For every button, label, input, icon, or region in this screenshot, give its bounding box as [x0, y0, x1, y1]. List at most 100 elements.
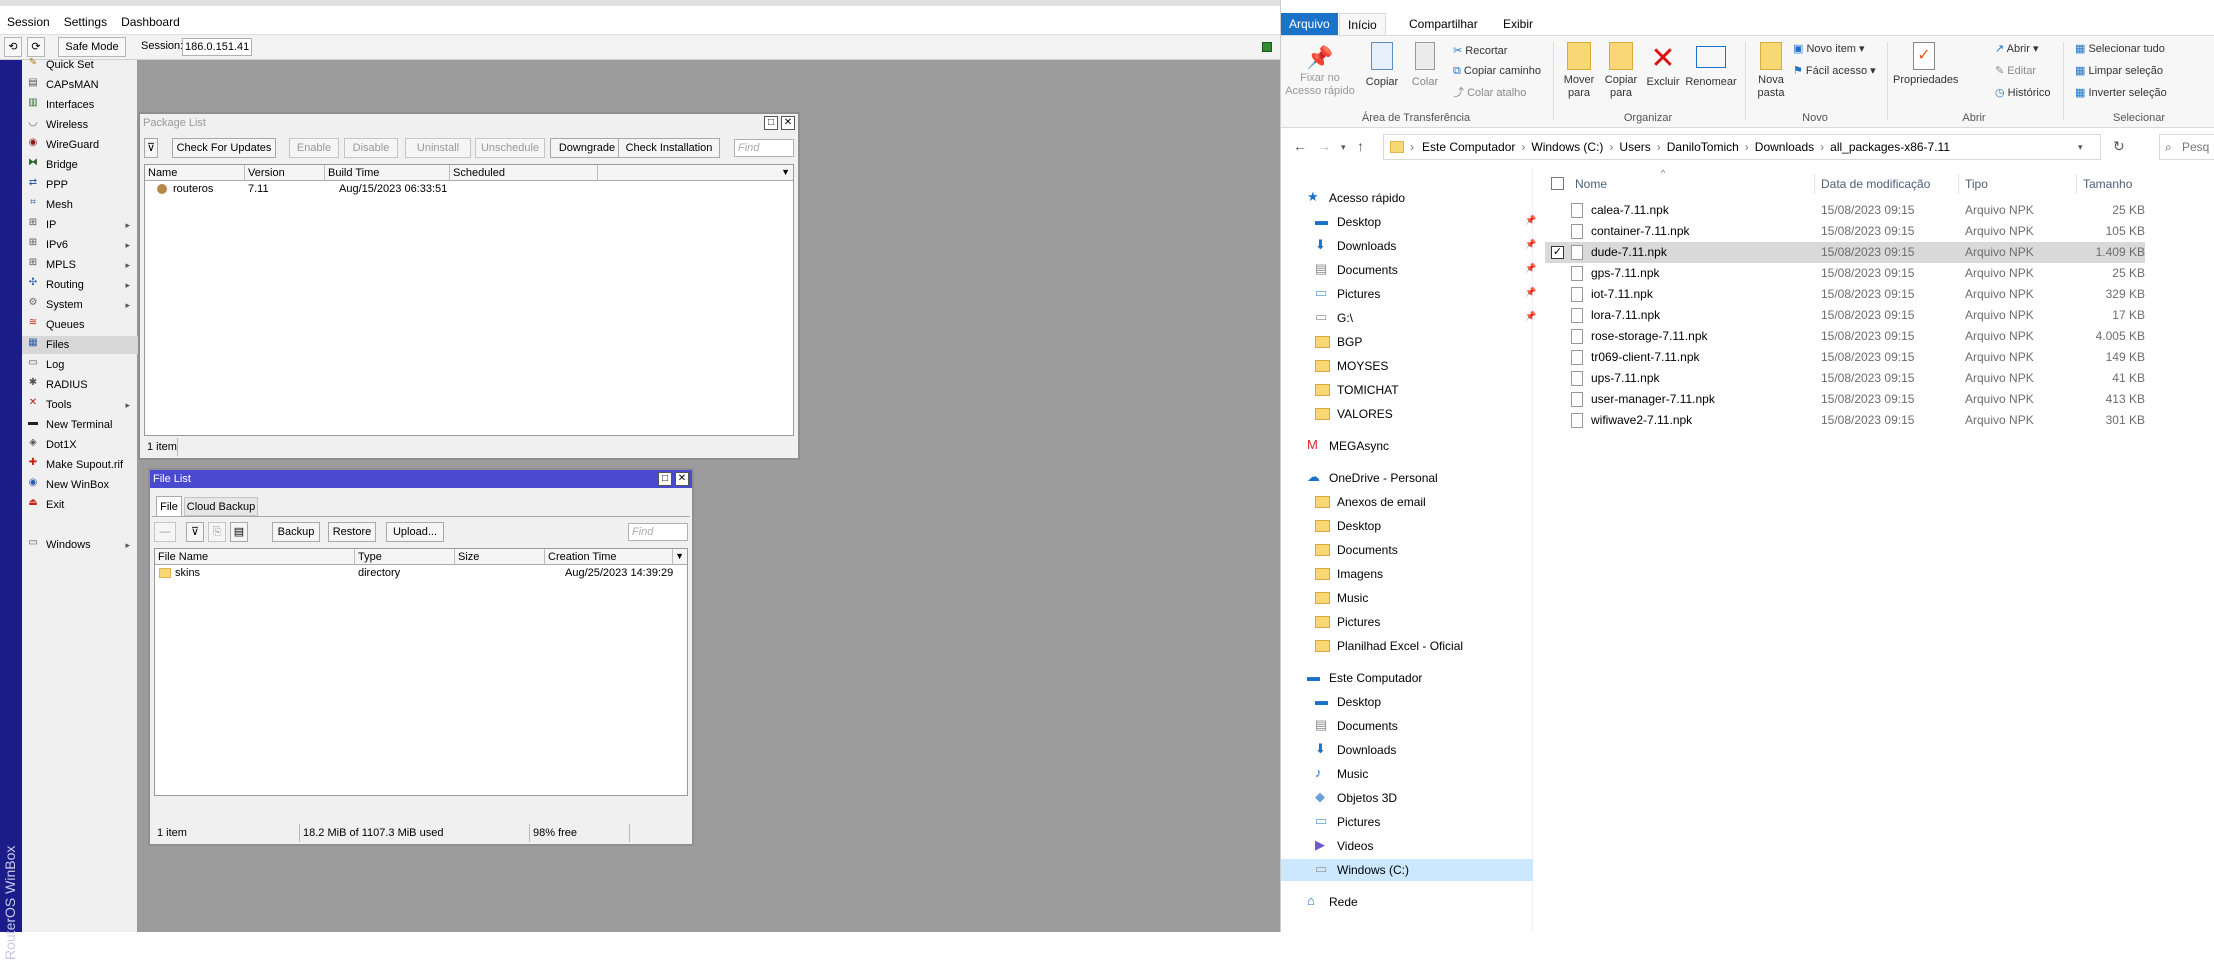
sidebar-item-ip[interactable]: ⊞ IP ▸	[22, 216, 138, 234]
breadcrumb-item[interactable]: Downloads	[1755, 140, 1814, 154]
open-button[interactable]: ↗ Abrir ▾	[1995, 42, 2038, 56]
nav-item-pictures[interactable]: ▭ Pictures	[1315, 811, 1533, 833]
tab-exibir[interactable]: Exibir	[1495, 13, 1541, 35]
nav-item-bgp[interactable]: BGP	[1315, 331, 1533, 353]
check-updates-button[interactable]: Check For Updates	[172, 138, 276, 158]
easy-access-button[interactable]: ⚑ Fácil acesso ▾	[1793, 64, 1876, 78]
column-menu-icon[interactable]: ▼	[781, 167, 790, 177]
column-menu-icon[interactable]: ▼	[675, 551, 684, 561]
refresh-icon[interactable]: ↻	[2113, 138, 2125, 155]
nav-item-moyses[interactable]: MOYSES	[1315, 355, 1533, 377]
invert-selection-button[interactable]: ▦ Inverter seleção	[2075, 86, 2167, 100]
filter-icon[interactable]: ⊽	[186, 522, 204, 542]
file-row[interactable]: wifiwave2-7.11.npk 15/08/2023 09:15 Arquiv…	[1545, 410, 2145, 431]
paste-shortcut-button[interactable]: ⤴ Colar atalho	[1453, 86, 1526, 100]
sidebar-item-capsman[interactable]: ▤ CAPsMAN	[22, 76, 138, 94]
column-file-name[interactable]: File Name	[155, 549, 355, 565]
sidebar-item-radius[interactable]: ✱ RADIUS	[22, 376, 138, 394]
column-build-time[interactable]: Build Time	[325, 165, 450, 181]
sidebar-item-system[interactable]: ⚙ System ▸	[22, 296, 138, 314]
nav-item-desktop[interactable]: ▬ Desktop	[1315, 211, 1533, 233]
tab-cloud-backup[interactable]: Cloud Backup	[184, 497, 258, 516]
find-input[interactable]: Find	[628, 523, 688, 541]
sidebar-item-new-terminal[interactable]: ▬ New Terminal	[22, 416, 138, 434]
sidebar-item-make-supout-rif[interactable]: ✚ Make Supout.rif	[22, 456, 138, 474]
file-row[interactable]: gps-7.11.npk 15/08/2023 09:15 Arquivo NPK 2…	[1545, 263, 2145, 284]
nav-item-downloads[interactable]: ⬇ Downloads	[1315, 739, 1533, 761]
check-installation-button[interactable]: Check Installation	[618, 138, 720, 158]
enable-button[interactable]: Enable	[289, 138, 339, 158]
file-row[interactable]: container-7.11.npk 15/08/2023 09:15 Arquiv…	[1545, 221, 2145, 242]
nav-item-objetos-3d[interactable]: ◆ Objetos 3D	[1315, 787, 1533, 809]
nav-item-music[interactable]: Music	[1315, 587, 1533, 609]
address-bar[interactable]: › Este Computador › Windows (C:) › Users › Dan…	[1383, 134, 2101, 160]
column-nome[interactable]: Nome	[1569, 174, 1815, 194]
edit-button[interactable]: ✎ Editar	[1995, 64, 2036, 78]
sidebar-item-ipv6[interactable]: ⊞ IPv6 ▸	[22, 236, 138, 254]
nav-item-este-computador[interactable]: ▬ Este Computador	[1307, 667, 1533, 689]
column-tipo[interactable]: Tipo	[1959, 174, 2077, 194]
new-folder-button[interactable]: Nova pasta	[1751, 42, 1791, 100]
sidebar-item-mesh[interactable]: ⌗ Mesh	[22, 196, 138, 214]
recent-dropdown-icon[interactable]: ▾	[1341, 142, 1346, 153]
redo-icon[interactable]: ⟳	[27, 37, 45, 57]
cut-button[interactable]: ✂ Recortar	[1453, 44, 1507, 58]
sidebar-item-files[interactable]: ▦ Files	[22, 336, 138, 354]
copy-to-button[interactable]: Copiar para	[1601, 42, 1641, 100]
menu-settings[interactable]: Settings	[57, 13, 114, 31]
sidebar-item-dot1x[interactable]: ◈ Dot1X	[22, 436, 138, 454]
session-field[interactable]: 186.0.151.41	[182, 38, 252, 56]
back-icon[interactable]: ←	[1293, 138, 1307, 154]
restore-button[interactable]: Restore	[328, 522, 376, 542]
nav-item-imagens[interactable]: Imagens	[1315, 563, 1533, 585]
copy-icon[interactable]: ⎘	[208, 522, 226, 542]
nav-item-desktop[interactable]: Desktop	[1315, 515, 1533, 537]
nav-item-tomichat[interactable]: TOMICHAT	[1315, 379, 1533, 401]
move-to-button[interactable]: Mover para	[1559, 42, 1599, 100]
history-button[interactable]: ◷ Histórico	[1995, 86, 2050, 100]
delete-button[interactable]: ✕ Excluir	[1643, 42, 1683, 89]
filter-icon[interactable]: ⊽	[144, 138, 158, 158]
close-icon[interactable]: ✕	[675, 472, 689, 486]
nav-item-acesso-r-pido[interactable]: ★ Acesso rápido	[1307, 187, 1533, 209]
sidebar-item-windows[interactable]: ▭ Windows ▸	[22, 536, 138, 554]
breadcrumb-item[interactable]: Users	[1619, 140, 1650, 154]
breadcrumb-item[interactable]: Este Computador	[1422, 140, 1515, 154]
column-scheduled[interactable]: Scheduled	[450, 165, 598, 181]
file-row[interactable]: lora-7.11.npk 15/08/2023 09:15 Arquivo NPK…	[1545, 305, 2145, 326]
sidebar-item-wireguard[interactable]: ◉ WireGuard	[22, 136, 138, 154]
nav-item-videos[interactable]: ▶ Videos	[1315, 835, 1533, 857]
unschedule-button[interactable]: Unschedule	[475, 138, 545, 158]
select-all-checkbox[interactable]	[1551, 177, 1564, 190]
file-row[interactable]: ups-7.11.npk 15/08/2023 09:15 Arquivo NPK 4…	[1545, 368, 2145, 389]
copy-path-button[interactable]: ⧉ Copiar caminho	[1453, 64, 1541, 78]
sidebar-item-interfaces[interactable]: ▥ Interfaces	[22, 96, 138, 114]
table-row[interactable]: routeros 7.11 Aug/15/2023 06:33:51	[145, 182, 795, 196]
nav-item-megasync[interactable]: M MEGAsync	[1307, 435, 1533, 457]
sidebar-item-queues[interactable]: ≋ Queues	[22, 316, 138, 334]
properties-button[interactable]: ✓ Propriedades	[1893, 42, 1958, 87]
breadcrumb-item[interactable]: all_packages-x86-7.11	[1830, 140, 1950, 154]
sidebar-item-exit[interactable]: ⏏ Exit	[22, 496, 138, 514]
tab-compartilhar[interactable]: Compartilhar	[1401, 13, 1486, 35]
paste-icon[interactable]: ▤	[230, 522, 248, 542]
safe-mode-button[interactable]: Safe Mode	[58, 37, 126, 57]
file-row[interactable]: user-manager-7.11.npk 15/08/2023 09:15 Arq…	[1545, 389, 2145, 410]
file-row[interactable]: rose-storage-7.11.npk 15/08/2023 09:15 Arq…	[1545, 326, 2145, 347]
nav-item-documents[interactable]: ▤ Documents	[1315, 259, 1533, 281]
select-none-button[interactable]: ▦ Limpar seleção	[2075, 64, 2163, 78]
menu-session[interactable]: Session	[0, 13, 57, 31]
nav-item-pictures[interactable]: ▭ Pictures	[1315, 283, 1533, 305]
sidebar-item-ppp[interactable]: ⇄ PPP	[22, 176, 138, 194]
close-icon[interactable]: ✕	[781, 116, 795, 130]
column-creation-time[interactable]: Creation Time	[545, 549, 673, 565]
file-row[interactable]: iot-7.11.npk 15/08/2023 09:15 Arquivo NPK 3…	[1545, 284, 2145, 305]
nav-item-pictures[interactable]: Pictures	[1315, 611, 1533, 633]
nav-item-planilhad-excel-oficial[interactable]: Planilhad Excel - Oficial	[1315, 635, 1533, 657]
sidebar-item-wireless[interactable]: ◡ Wireless	[22, 116, 138, 134]
sidebar-item-bridge[interactable]: ⧓ Bridge	[22, 156, 138, 174]
nav-item-valores[interactable]: VALORES	[1315, 403, 1533, 425]
nav-item-documents[interactable]: ▤ Documents	[1315, 715, 1533, 737]
breadcrumb-item[interactable]: DaniloTomich	[1667, 140, 1739, 154]
table-row[interactable]: skins directory Aug/25/2023 14:39:29	[155, 566, 689, 580]
